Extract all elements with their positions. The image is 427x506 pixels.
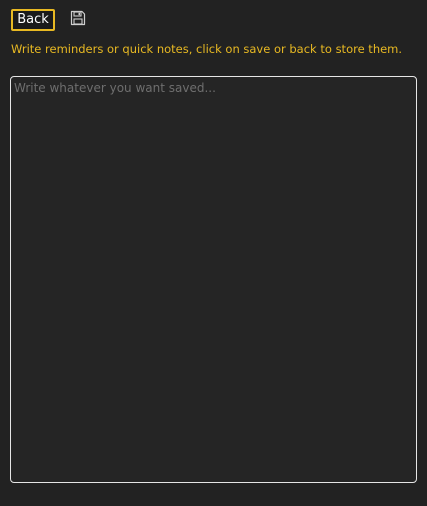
floppy-disk-icon [70,10,86,26]
save-button[interactable] [70,10,86,26]
notes-app: Back Write reminders or quick notes, cli… [0,0,427,506]
note-textarea[interactable] [10,76,417,483]
back-button[interactable]: Back [11,9,55,31]
instruction-text: Write reminders or quick notes, click on… [11,42,403,56]
